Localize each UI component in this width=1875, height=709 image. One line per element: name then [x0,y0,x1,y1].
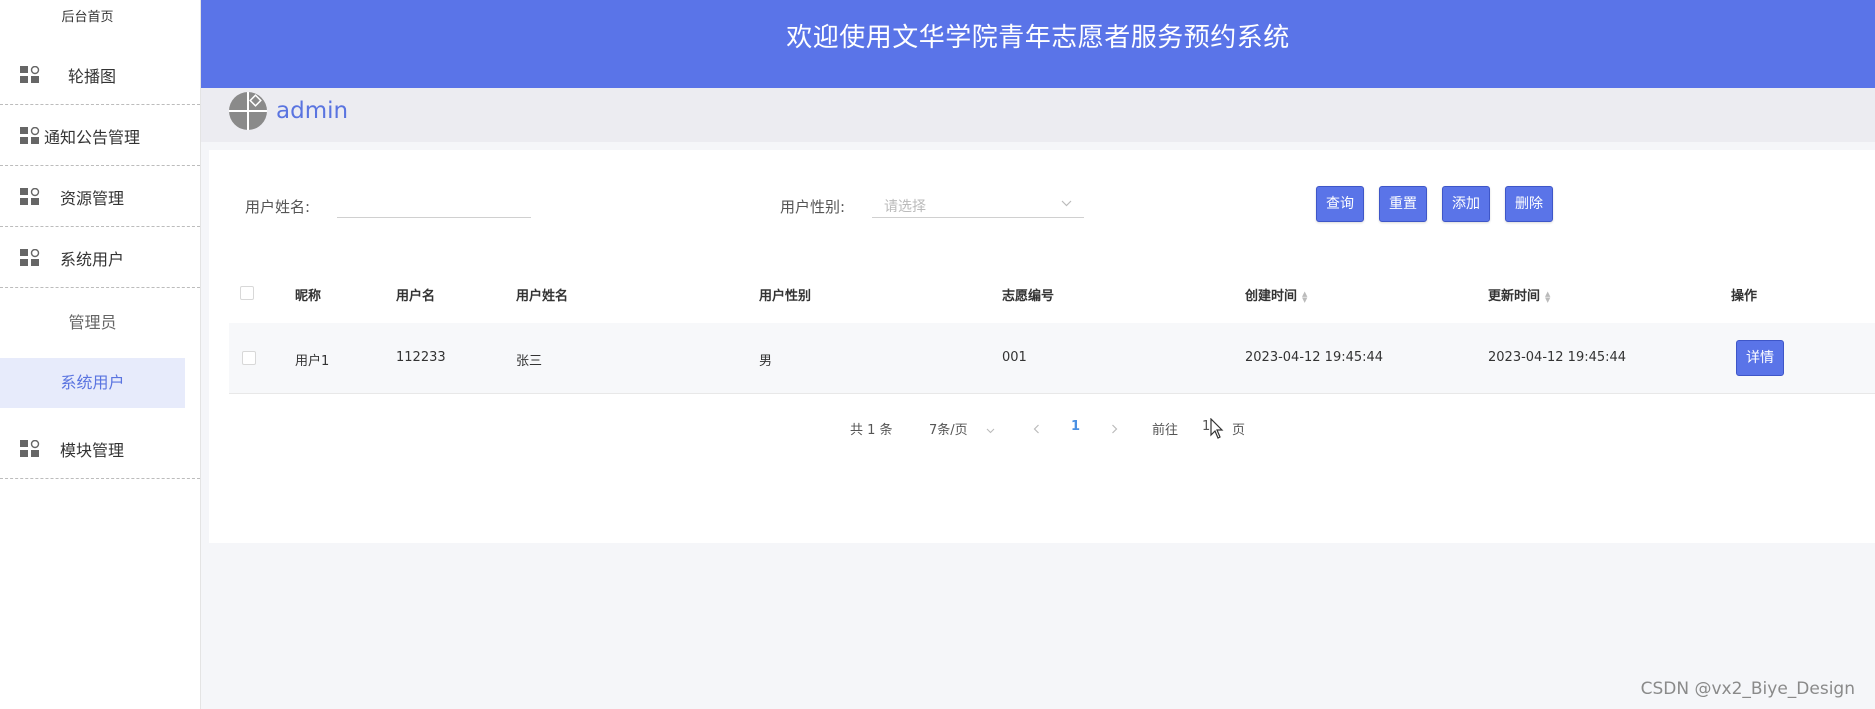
name-filter-label: 用户姓名: [245,198,311,216]
gender-filter-label: 用户性别: [780,198,846,216]
grid-icon [20,188,40,205]
page-size-value: 7条/页 [929,423,968,438]
page-size-select[interactable]: 7条/页 [929,419,995,438]
column-header-username: 用户名 [396,289,436,304]
cell-updated: 2023-04-12 19:45:44 [1488,350,1627,365]
menu-item-modules[interactable]: 模块管理 [0,418,200,479]
page-suffix: 页 [1232,423,1246,438]
page-number-current[interactable]: 1 [1071,419,1080,434]
column-header-created[interactable]: 创建时间 ▲ ▼ [1245,285,1307,304]
column-header-gender: 用户性别 [759,289,812,304]
header-title: 欢迎使用文华学院青年志愿者服务预约系统 [786,23,1290,53]
chevron-down-icon [1061,200,1072,207]
menu-item-label: 通知公告管理 [44,128,141,147]
name-filter-input[interactable] [337,188,531,218]
sort-icon[interactable]: ▲ ▼ [1545,290,1550,303]
cell-gender: 男 [759,354,773,369]
cell-created: 2023-04-12 19:45:44 [1245,350,1384,365]
cell-realname: 张三 [516,354,543,369]
menu-item-label: 系统用户 [60,250,125,269]
user-bar: admin [201,88,1875,142]
home-link[interactable]: 后台首页 [0,6,175,25]
grid-icon [20,66,40,83]
goto-label: 前往 [1152,423,1179,438]
search-button[interactable]: 查询 [1316,186,1364,222]
column-header-created-label: 创建时间 [1245,289,1298,304]
watermark: CSDN @vx2_Biye_Design [1640,679,1855,699]
column-header-updated[interactable]: 更新时间 ▲ ▼ [1488,285,1550,304]
column-header-nickname: 昵称 [295,289,322,304]
detail-button[interactable]: 详情 [1736,340,1784,376]
gender-select[interactable]: 请选择 [872,188,1084,218]
cell-volunteer-no: 001 [1002,350,1027,365]
menu-item-label: 模块管理 [60,441,125,460]
grid-icon [20,127,40,144]
delete-button[interactable]: 删除 [1505,186,1553,222]
grid-icon [20,249,40,266]
select-all-checkbox[interactable] [240,286,254,300]
username: admin [276,98,349,124]
submenu-item-system-users[interactable]: 系统用户 [0,358,185,408]
submenu-item-admin[interactable]: 管理员 [0,298,185,348]
gender-select-placeholder: 请选择 [884,199,926,215]
next-page-icon[interactable] [1111,424,1118,434]
page-header: 欢迎使用文华学院青年志愿者服务预约系统 [201,0,1875,88]
grid-icon [20,440,40,457]
row-checkbox[interactable] [242,351,256,365]
prev-page-icon[interactable] [1033,424,1040,434]
menu-item-system-users[interactable]: 系统用户 [0,227,200,288]
sort-icon[interactable]: ▲ ▼ [1302,290,1307,303]
menu-item-resources[interactable]: 资源管理 [0,166,200,227]
column-header-volunteer-no: 志愿编号 [1002,289,1055,304]
reset-button[interactable]: 重置 [1379,186,1427,222]
chevron-down-icon [986,428,995,433]
add-button[interactable]: 添加 [1442,186,1490,222]
avatar[interactable] [229,92,267,130]
cell-username: 112233 [396,350,446,365]
cell-nickname: 用户1 [295,354,330,369]
column-header-actions: 操作 [1731,289,1758,304]
pagination-total: 共 1 条 [850,423,893,438]
table-row: 用户1 112233 张三 男 001 2023-04-12 19:45:44 … [229,323,1875,394]
column-header-updated-label: 更新时间 [1488,289,1541,304]
menu-item-label: 资源管理 [60,189,125,208]
menu-item-carousel[interactable]: 轮播图 [0,44,200,105]
column-header-realname: 用户姓名 [516,289,569,304]
main-panel: 用户姓名: 用户性别: 请选择 查询 重置 添加 删除 昵称 用户名 用户姓名 … [209,150,1875,543]
menu-item-label: 轮播图 [68,67,117,86]
mouse-cursor-icon [1210,418,1224,439]
menu-item-notice[interactable]: 通知公告管理 [0,105,200,166]
sidebar: 后台首页 轮播图 通知公告管理 资源管理 系统用户 管理员 系统用户 模块管理 [0,0,201,709]
